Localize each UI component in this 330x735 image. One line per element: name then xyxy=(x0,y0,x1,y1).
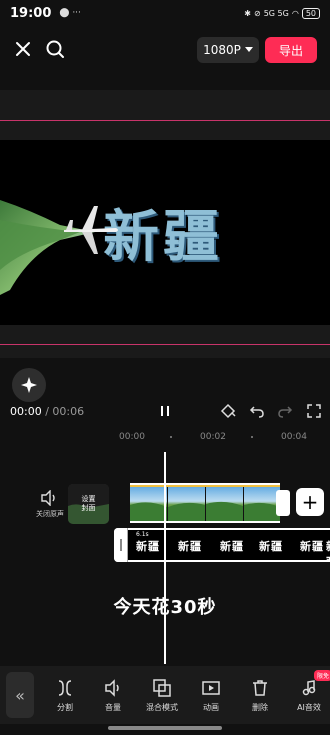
top-bar: 1080P 导出 xyxy=(0,34,330,66)
wifi-icon: ◠ xyxy=(291,8,299,18)
undo-icon xyxy=(249,406,264,418)
text-frame: 新疆 xyxy=(300,540,324,553)
speaker-icon[interactable] xyxy=(40,490,58,506)
text-track[interactable]: 6.1s 新疆 新疆 新疆 新疆 新疆 新疆 xyxy=(114,528,330,562)
preview-title: 新疆 xyxy=(103,204,223,270)
close-icon xyxy=(16,42,30,56)
ruler-mark: 00:02 xyxy=(200,432,226,442)
total-time: 00:06 xyxy=(52,405,85,418)
track-trim-handle[interactable] xyxy=(276,490,290,516)
tool-label: 动画 xyxy=(203,703,219,712)
status-right: ✱ ⊘ 5G 5G ◠ 50 xyxy=(244,7,320,19)
home-indicator[interactable] xyxy=(108,726,222,730)
ruler-dot xyxy=(170,436,172,438)
export-label: 导出 xyxy=(278,43,303,58)
signal-icon: 5G 5G xyxy=(263,8,289,18)
preview-top-line xyxy=(0,120,330,121)
mute-status-icon: ⊘ xyxy=(254,8,261,18)
animation-icon xyxy=(202,681,220,695)
volume-icon xyxy=(105,679,119,697)
battery-icon: 50 xyxy=(301,7,320,19)
timecode: 00:00 / 00:06 xyxy=(10,405,84,418)
current-time: 00:00 xyxy=(10,405,42,418)
fullscreen-icon xyxy=(307,404,321,418)
status-bar: 19:00 ⬤ ··· ✱ ⊘ 5G 5G ◠ 50 xyxy=(0,0,330,26)
resolution-selector[interactable]: 1080P xyxy=(197,37,259,63)
text-frame: 新疆 xyxy=(259,540,283,553)
keyframe-button[interactable] xyxy=(219,402,237,420)
plus-icon: + xyxy=(301,490,319,514)
status-time: 19:00 xyxy=(10,5,52,21)
cover-label-line1: 设置 xyxy=(81,495,96,503)
video-preview[interactable]: 新疆 xyxy=(0,140,330,325)
tool-label: 分割 xyxy=(57,703,73,712)
search-button[interactable] xyxy=(44,38,66,60)
ai-assistant-button[interactable] xyxy=(12,368,46,402)
ruler-dot xyxy=(251,436,253,438)
set-cover-button[interactable]: 设置 封面 xyxy=(68,484,109,524)
double-chevron-left-icon: « xyxy=(15,685,25,705)
tool-label: 删除 xyxy=(252,703,268,712)
tool-label: 音量 xyxy=(105,703,121,712)
bluetooth-icon: ✱ xyxy=(244,8,251,18)
text-frame: 新疆 xyxy=(178,540,202,553)
resolution-value: 1080P xyxy=(203,43,241,57)
fullscreen-button[interactable] xyxy=(305,402,323,420)
export-button[interactable]: 导出 xyxy=(265,37,317,63)
text-frame: 新疆 xyxy=(220,540,244,553)
airplane-icon xyxy=(64,206,118,254)
ruler-mark: 00:04 xyxy=(281,432,307,442)
tool-blend-mode[interactable]: 混合模式 xyxy=(137,678,187,713)
tool-ai-sound[interactable]: 限免 AI音效 xyxy=(284,670,330,713)
free-badge: 限免 xyxy=(313,670,330,681)
split-icon xyxy=(58,680,72,696)
tool-label: 混合模式 xyxy=(146,703,178,712)
text-frame: 新疆 xyxy=(326,538,330,560)
text-frame: 新疆 xyxy=(136,540,160,553)
tool-volume[interactable]: 音量 xyxy=(88,678,138,713)
preview-bottom-line xyxy=(0,344,330,345)
text-clip[interactable]: 6.1s 新疆 新疆 新疆 新疆 新疆 新疆 xyxy=(128,530,330,560)
undo-button[interactable] xyxy=(248,402,266,420)
video-clip-track[interactable] xyxy=(130,483,280,523)
bottom-toolbar: « 分割 音量 混合模式 动画 删除 限免 AI音效 xyxy=(0,666,330,724)
caret-down-icon xyxy=(244,47,253,52)
tool-animation[interactable]: 动画 xyxy=(186,678,236,713)
video-thumbnails xyxy=(130,485,280,521)
delete-icon xyxy=(253,680,267,696)
playhead[interactable] xyxy=(164,452,166,664)
tool-delete[interactable]: 删除 xyxy=(235,678,285,713)
status-notification-icons: ⬤ ··· xyxy=(59,8,81,18)
pause-button[interactable] xyxy=(156,402,174,420)
tool-label: AI音效 xyxy=(297,703,321,712)
add-clip-button[interactable]: + xyxy=(296,488,324,516)
close-button[interactable] xyxy=(12,38,34,60)
text-clip-duration: 6.1s xyxy=(136,531,149,538)
tool-split[interactable]: 分割 xyxy=(40,678,90,713)
redo-icon xyxy=(278,406,293,418)
text-track-left-handle[interactable] xyxy=(114,528,128,562)
blend-mode-icon xyxy=(153,679,171,697)
redo-button[interactable] xyxy=(276,402,294,420)
ruler-mark: 00:00 xyxy=(119,432,145,442)
cover-label-line2: 封面 xyxy=(81,504,96,512)
mute-original-label[interactable]: 关闭原声 xyxy=(30,509,70,519)
collapse-toolbar-button[interactable]: « xyxy=(6,672,34,718)
ai-sound-icon xyxy=(302,680,316,696)
sparkle-icon xyxy=(21,377,37,393)
cover-label: 设置 封面 xyxy=(82,495,96,513)
preview-area[interactable]: 新疆 xyxy=(0,90,330,358)
search-icon xyxy=(46,40,64,58)
keyframe-icon xyxy=(220,403,236,419)
time-separator: / xyxy=(41,405,53,418)
pause-icon xyxy=(161,406,169,416)
